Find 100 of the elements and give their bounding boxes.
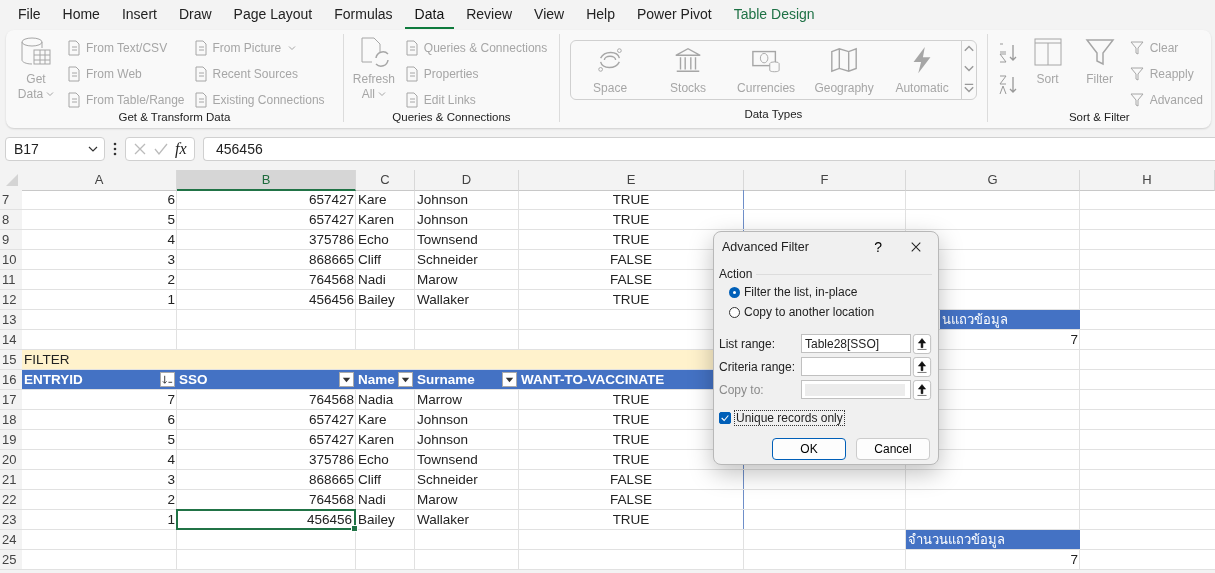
help-button[interactable]: ? xyxy=(874,239,882,255)
range-input[interactable] xyxy=(801,380,911,399)
table-cell-text: 7 xyxy=(1069,551,1079,569)
sort-icon xyxy=(1031,36,1064,68)
row-heading[interactable]: 17 xyxy=(0,390,22,409)
table-cell-text: Schneider xyxy=(416,471,479,489)
filter-button[interactable] xyxy=(339,372,354,387)
table-cell-text: 2 xyxy=(166,491,176,509)
more-icon[interactable] xyxy=(113,142,117,156)
menu-tab[interactable]: Help xyxy=(576,1,625,29)
table-cell-text: 5 xyxy=(166,211,176,229)
group-label: Queries & Connections xyxy=(391,111,512,125)
range-input[interactable] xyxy=(801,357,911,376)
collapse-dialog-icon[interactable] xyxy=(912,356,932,377)
column-heading[interactable]: E xyxy=(519,170,744,191)
dialog-button[interactable]: Cancel xyxy=(856,438,930,460)
document-icon xyxy=(66,91,82,108)
collapse-dialog-icon[interactable] xyxy=(912,333,932,354)
row-heading[interactable]: 25 xyxy=(0,550,22,569)
close-icon[interactable] xyxy=(910,241,922,253)
insert-function-button[interactable]: fx xyxy=(175,140,187,158)
menu-tab[interactable]: Page Layout xyxy=(223,1,323,29)
row-heading[interactable]: 20 xyxy=(0,450,22,469)
table-cell-text: 868665 xyxy=(307,251,355,269)
table-cell-text: 2 xyxy=(166,271,176,289)
filter-button[interactable] xyxy=(160,372,175,387)
table-cell: FALSE xyxy=(519,490,744,509)
menu-tab[interactable]: View xyxy=(524,1,575,29)
table-cell-text: Bailey xyxy=(357,291,396,309)
table-cell-text: Marow xyxy=(416,271,459,289)
caret-icon xyxy=(46,90,55,98)
range-input[interactable]: Table28[SSO] xyxy=(801,334,911,353)
row-heading[interactable]: 7 xyxy=(0,190,22,209)
menu-tab[interactable]: Insert xyxy=(111,1,167,29)
row-heading[interactable]: 18 xyxy=(0,410,22,429)
menu-tab[interactable]: Home xyxy=(52,1,110,29)
gallery-scrollbar[interactable] xyxy=(961,41,977,99)
table-cell-text: 3 xyxy=(166,251,176,269)
table-cell-text: Echo xyxy=(357,451,390,469)
table-cell-text: Karen xyxy=(357,211,396,229)
group-label: Sort & Filter xyxy=(1067,111,1131,125)
column-heading[interactable]: B xyxy=(177,170,356,191)
column-heading[interactable]: C xyxy=(356,170,415,191)
row-heading[interactable]: 24 xyxy=(0,530,22,549)
table-cell-text: 868665 xyxy=(307,471,355,489)
table-cell-text: 6 xyxy=(166,191,176,209)
menu-tab[interactable]: Review xyxy=(456,1,523,29)
filter-button[interactable] xyxy=(398,372,413,387)
row-heading[interactable]: 21 xyxy=(0,470,22,489)
column-heading[interactable]: F xyxy=(744,170,906,191)
row-heading[interactable]: 16 xyxy=(0,370,22,389)
row-heading[interactable]: 8 xyxy=(0,210,22,229)
menu-tab[interactable]: Table Design xyxy=(723,1,825,29)
table-cell-text: 657427 xyxy=(307,211,355,229)
column-header: Name xyxy=(356,370,415,389)
table-cell: 456456 xyxy=(176,509,356,530)
collapse-dialog-icon[interactable] xyxy=(912,379,932,400)
table-cell-text: Marow xyxy=(416,491,459,509)
name-box[interactable]: B17 xyxy=(5,137,105,161)
table-cell-text: Johnson xyxy=(416,431,470,449)
caret-icon xyxy=(378,90,386,98)
table-cell-text: Nadia xyxy=(357,391,395,409)
menu-tab[interactable]: File xyxy=(8,1,51,29)
row-heading[interactable]: 23 xyxy=(0,510,22,529)
caret-icon xyxy=(88,144,98,154)
menu-tab[interactable]: Formulas xyxy=(324,1,403,29)
table-cell-text: Nadi xyxy=(357,491,387,509)
table-cell: FALSE xyxy=(519,470,744,489)
menu-tab[interactable]: Draw xyxy=(168,1,222,29)
row-heading[interactable]: 10 xyxy=(0,250,22,269)
column-heading[interactable]: G xyxy=(906,170,1080,191)
row-heading[interactable]: 13 xyxy=(0,310,22,329)
row-heading[interactable]: 22 xyxy=(0,490,22,509)
column-heading[interactable]: D xyxy=(415,170,519,191)
table-cell-text: Kare xyxy=(357,411,388,429)
database-icon xyxy=(20,36,52,68)
menu-tab[interactable]: Data xyxy=(404,1,455,29)
table-cell-text: Wallaker xyxy=(416,511,470,529)
check-icon[interactable] xyxy=(154,142,169,156)
document-icon xyxy=(403,91,420,108)
map-icon xyxy=(829,45,860,75)
table-cell-text: 657427 xyxy=(307,431,355,449)
row-heading[interactable]: 12 xyxy=(0,290,22,309)
row-heading[interactable]: 9 xyxy=(0,230,22,249)
formula-input[interactable]: 456456 xyxy=(203,137,1215,161)
dialog-button[interactable]: OK xyxy=(772,438,846,460)
menu-tab[interactable]: Power Pivot xyxy=(626,1,722,29)
group-label: Get & Transform Data xyxy=(117,111,232,125)
row-heading[interactable]: 15 xyxy=(0,350,22,369)
filter-button[interactable] xyxy=(502,372,517,387)
row-heading[interactable]: 11 xyxy=(0,270,22,289)
document-icon xyxy=(66,65,82,82)
table-cell-text: Schneider xyxy=(416,251,479,269)
table-cell-text: Bailey xyxy=(357,511,396,529)
table-cell-text: 456456 xyxy=(307,291,355,309)
row-heading[interactable]: 14 xyxy=(0,330,22,349)
table-cell-text: Townsend xyxy=(416,231,479,249)
sort-arrow-icon xyxy=(161,373,174,386)
row-heading[interactable]: 19 xyxy=(0,430,22,449)
column-heading[interactable]: H xyxy=(1080,170,1215,191)
